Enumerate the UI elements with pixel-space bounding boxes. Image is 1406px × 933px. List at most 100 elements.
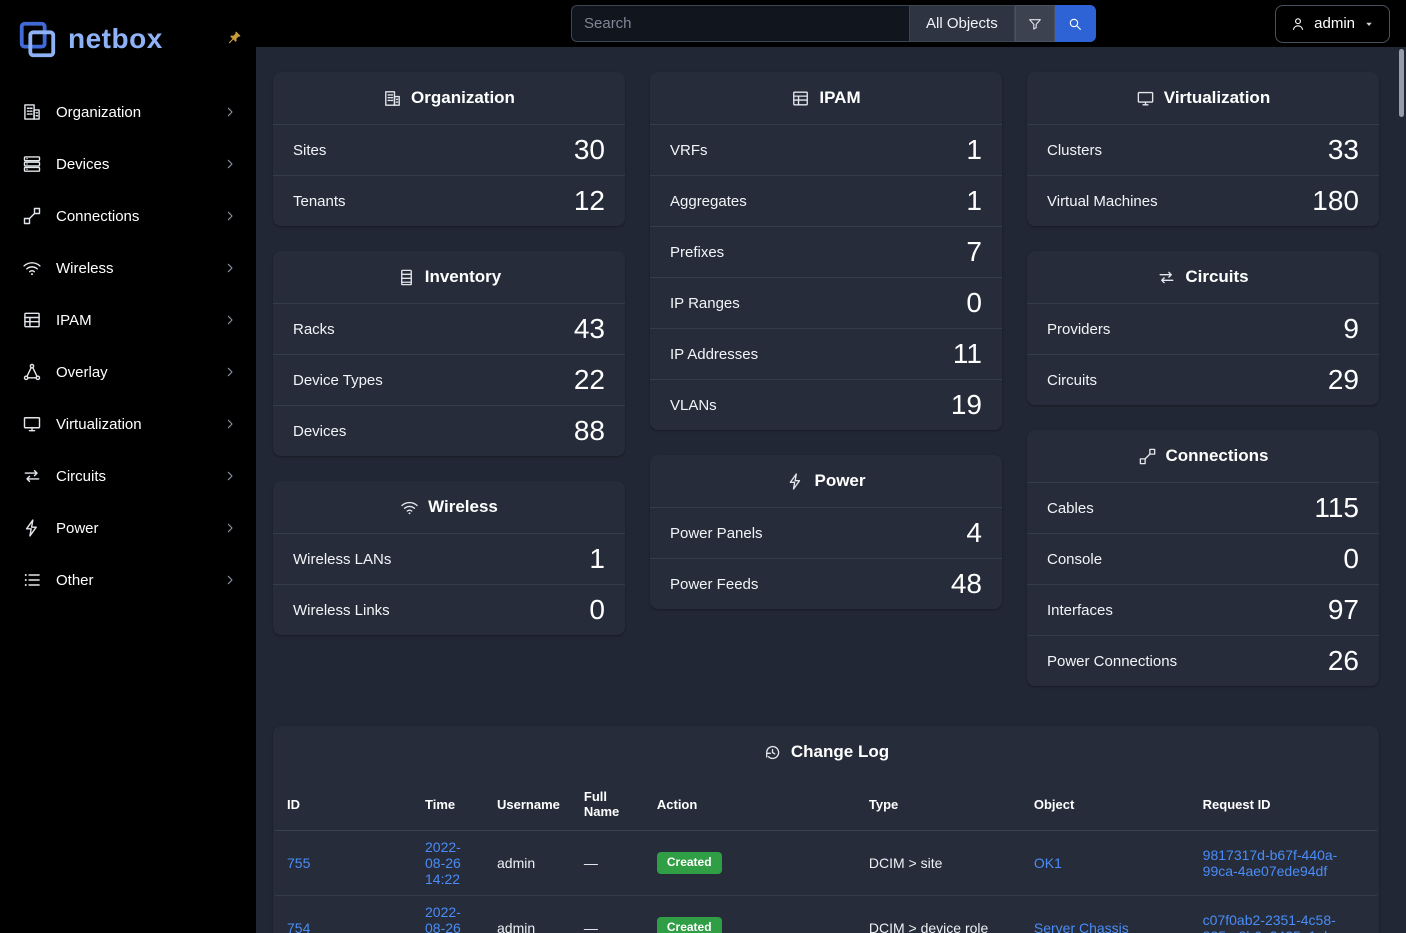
stat-value-link[interactable]: 0 (589, 594, 605, 626)
sidebar-item-label: Virtualization (56, 416, 208, 433)
changelog-header: Change Log (273, 726, 1379, 778)
stat-label: IP Ranges (670, 295, 740, 312)
stat-value-link[interactable]: 26 (1328, 645, 1359, 677)
stat-value-link[interactable]: 4 (966, 517, 982, 549)
ipam-icon (791, 89, 810, 108)
stat-value-link[interactable]: 33 (1328, 134, 1359, 166)
chevron-right-icon (222, 312, 238, 328)
pin-sidebar-icon[interactable] (226, 30, 242, 46)
stat-value-link[interactable]: 19 (951, 389, 982, 421)
scrollbar-thumb[interactable] (1399, 49, 1404, 117)
filter-button[interactable] (1015, 5, 1055, 42)
sidebar-item[interactable]: IPAM (0, 294, 256, 346)
user-menu-button[interactable]: admin (1275, 5, 1390, 43)
change-object-link[interactable]: OK1 (1034, 855, 1062, 871)
change-time-link[interactable]: 2022-08-26 14:22 (425, 839, 461, 887)
chevron-right-icon (222, 416, 238, 432)
sidebar-item[interactable]: Organization (0, 86, 256, 138)
card-header: Power (650, 455, 1002, 507)
brand-link[interactable]: netbox (0, 0, 256, 80)
card-header: Virtualization (1027, 72, 1379, 124)
stat-value-link[interactable]: 115 (1314, 492, 1359, 524)
organization-card: Organization Sites 30 Tena (273, 72, 625, 226)
sidebar-item[interactable]: Power (0, 502, 256, 554)
power-card: Power Power Panels 4 Power (650, 455, 1002, 609)
stat-row: Wireless Links 0 (273, 584, 625, 635)
stat-row: Interfaces 97 (1027, 584, 1379, 635)
search-submit-button[interactable] (1055, 5, 1096, 42)
stat-value-link[interactable]: 22 (574, 364, 605, 396)
stat-row: Power Panels 4 (650, 507, 1002, 558)
stat-label: Sites (293, 142, 326, 159)
change-type: DCIM > device role (869, 920, 988, 933)
grid-column-3: Virtualization Clusters 33 (1027, 72, 1379, 686)
stat-value-link[interactable]: 12 (574, 185, 605, 217)
dashboard-content: Organization Sites 30 Tena (256, 47, 1406, 933)
stat-row: IP Ranges 0 (650, 277, 1002, 328)
sidebar-item[interactable]: Overlay (0, 346, 256, 398)
sidebar-item-icon (22, 310, 42, 330)
sidebar-item[interactable]: Circuits (0, 450, 256, 502)
stat-label: Racks (293, 321, 335, 338)
chevron-right-icon (222, 156, 238, 172)
stat-value-link[interactable]: 0 (966, 287, 982, 319)
stat-value-link[interactable]: 1 (966, 134, 982, 166)
rack-icon (397, 268, 416, 287)
stat-label: IP Addresses (670, 346, 758, 363)
stat-label: Wireless LANs (293, 551, 391, 568)
caret-down-icon (1363, 18, 1375, 30)
change-object-link[interactable]: Server Chassis (1034, 920, 1129, 933)
stat-row: Cables 115 (1027, 482, 1379, 533)
card-title: Organization (411, 88, 515, 108)
sidebar-item-icon (22, 258, 42, 278)
changelog-card: Change Log IDTimeUsernameFull NameAction… (273, 726, 1379, 933)
stat-row: Tenants 12 (273, 175, 625, 226)
sidebar-item[interactable]: Virtualization (0, 398, 256, 450)
user-label: admin (1314, 15, 1355, 32)
stat-value-link[interactable]: 11 (953, 338, 982, 370)
stat-value-link[interactable]: 48 (951, 568, 982, 600)
stat-value-link[interactable]: 29 (1328, 364, 1359, 396)
sidebar-item[interactable]: Connections (0, 190, 256, 242)
stat-row: VRFs 1 (650, 124, 1002, 175)
virtualization-card: Virtualization Clusters 33 (1027, 72, 1379, 226)
stat-value-link[interactable]: 7 (966, 236, 982, 268)
stat-label: Circuits (1047, 372, 1097, 389)
stat-value-link[interactable]: 9 (1343, 313, 1359, 345)
request-id-link[interactable]: 9817317d-b67f-440a-99ca-4ae07ede94df (1203, 847, 1338, 879)
stat-value-link[interactable]: 97 (1328, 594, 1359, 626)
card-header: IPAM (650, 72, 1002, 124)
request-id-link[interactable]: c07f0ab2-2351-4c58-825a-8b6a2425a1ab (1203, 912, 1336, 933)
sidebar-item[interactable]: Devices (0, 138, 256, 190)
search-scope-button[interactable]: All Objects (909, 5, 1015, 42)
table-row: 755 2022-08-26 14:22 admin — Created DCI… (275, 831, 1377, 896)
stat-value-link[interactable]: 43 (574, 313, 605, 345)
stat-value-link[interactable]: 0 (1343, 543, 1359, 575)
history-icon (763, 743, 782, 762)
stat-row: Virtual Machines 180 (1027, 175, 1379, 226)
top-navbar: All Objects admin (256, 0, 1406, 47)
action-badge: Created (657, 917, 722, 933)
change-id-link[interactable]: 755 (287, 855, 310, 871)
sidebar-item[interactable]: Other (0, 554, 256, 606)
stat-value-link[interactable]: 180 (1312, 185, 1359, 217)
stat-label: Cables (1047, 500, 1094, 517)
stat-value-link[interactable]: 30 (574, 134, 605, 166)
changelog-rows: 755 2022-08-26 14:22 admin — Created DCI… (275, 831, 1377, 933)
change-id-link[interactable]: 754 (287, 920, 310, 933)
table-row: 754 2022-08-26 14:17 admin — Created DCI… (275, 896, 1377, 933)
wifi-icon (400, 498, 419, 517)
stat-value-link[interactable]: 1 (589, 543, 605, 575)
sidebar-item[interactable]: Wireless (0, 242, 256, 294)
change-time-link[interactable]: 2022-08-26 14:17 (425, 904, 461, 933)
stat-value-link[interactable]: 88 (574, 415, 605, 447)
sidebar-item-icon (22, 154, 42, 174)
search-input[interactable] (571, 5, 909, 42)
sidebar-item-label: Circuits (56, 468, 208, 485)
card-title: Wireless (428, 497, 498, 517)
scrollbar[interactable] (1399, 47, 1405, 933)
column-header: Username (485, 778, 572, 831)
circuits-card: Circuits Providers 9 Circu (1027, 251, 1379, 405)
app-root: netbox Organization Devices C (0, 0, 1406, 933)
stat-value-link[interactable]: 1 (966, 185, 982, 217)
